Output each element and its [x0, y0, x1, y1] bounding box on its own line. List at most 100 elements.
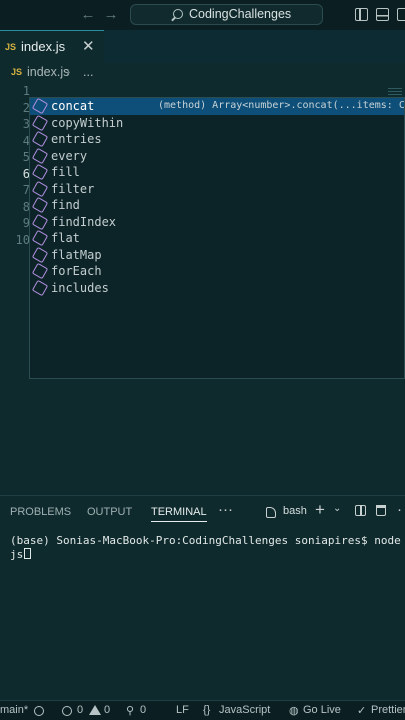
shell-label: bash: [283, 505, 307, 517]
method-icon: [31, 246, 49, 263]
back-arrow-icon[interactable]: ←: [79, 5, 97, 25]
toggle-sidebar-icon[interactable]: [355, 8, 368, 21]
method-icon: [31, 147, 49, 164]
suggestion-item[interactable]: entries: [30, 130, 404, 148]
error-icon: [62, 706, 72, 716]
suggestion-label: flat: [51, 231, 80, 245]
suggestion-label: every: [51, 148, 88, 163]
tab-terminal[interactable]: TERMINAL: [151, 506, 207, 522]
method-icon: [31, 180, 49, 197]
suggestion-label: fill: [51, 165, 80, 179]
line-number: 1: [22, 84, 30, 98]
close-icon[interactable]: ✕: [82, 37, 95, 55]
forward-arrow-icon[interactable]: →: [102, 5, 120, 25]
prettier-button[interactable]: Prettier: [371, 704, 405, 716]
more-actions-icon[interactable]: ·: [397, 501, 402, 518]
warning-icon: [89, 705, 101, 715]
status-bar: main* 0 0 ⚲ 0 LF {} JavaScript ◍ Go Live…: [0, 700, 405, 720]
suggestion-item[interactable]: concat (method) Array<number>.concat(...…: [30, 98, 405, 115]
toggle-secondary-sidebar-icon[interactable]: [397, 8, 405, 21]
search-icon: [173, 9, 183, 19]
sync-icon[interactable]: [34, 706, 44, 716]
line-number: 5: [22, 150, 30, 164]
suggestion-label: copyWithin: [51, 115, 124, 130]
method-icon: [31, 213, 49, 230]
ports-count[interactable]: 0: [140, 704, 146, 716]
tab-label: index.js: [21, 39, 66, 54]
warning-count[interactable]: 0: [104, 704, 110, 716]
branch-status[interactable]: main*: [0, 704, 28, 716]
breadcrumb: JS index.js › ...: [0, 63, 405, 83]
method-icon: [31, 262, 49, 280]
method-icon: [31, 229, 49, 247]
suggestion-label: filter: [51, 181, 95, 196]
line-number: 2: [22, 101, 30, 115]
tab-bar-empty-area: [104, 30, 405, 63]
toggle-panel-icon[interactable]: [376, 8, 389, 21]
ports-icon: ⚲: [126, 705, 135, 717]
line-number: 10: [15, 233, 30, 247]
javascript-file-icon: JS: [11, 67, 23, 77]
tab-index-js[interactable]: JS index.js ✕: [0, 30, 104, 63]
breadcrumb-symbols[interactable]: ...: [83, 65, 93, 79]
check-icon: ✓: [357, 705, 367, 717]
suggestion-item[interactable]: findIndex: [30, 213, 404, 231]
method-icon: [31, 114, 49, 131]
line-number: 9: [22, 216, 30, 230]
suggestion-item[interactable]: find: [30, 196, 404, 214]
breadcrumb-file[interactable]: index.js: [27, 65, 69, 79]
suggestion-label: flatMap: [51, 247, 102, 262]
language-mode[interactable]: JavaScript: [219, 704, 270, 716]
suggestion-detail: (method) Array<number>.concat(...items: …: [158, 100, 405, 111]
method-icon: [31, 163, 49, 181]
go-live-icon: ◍: [289, 705, 299, 717]
more-icon[interactable]: ···: [218, 501, 233, 518]
trash-icon[interactable]: [376, 505, 386, 516]
suggestion-label: findIndex: [51, 214, 117, 229]
eol-status[interactable]: LF: [176, 704, 189, 716]
suggestion-item[interactable]: flatMap: [30, 246, 404, 264]
method-icon: [31, 196, 49, 214]
suggestion-label: includes: [51, 280, 109, 295]
braces-icon: {}: [203, 704, 211, 716]
suggestion-label: concat: [51, 99, 95, 113]
line-number: 6: [22, 167, 30, 181]
tab-output[interactable]: OUTPUT: [87, 506, 132, 518]
editor-tab-bar: JS index.js ✕: [0, 30, 405, 63]
javascript-file-icon: JS: [5, 42, 17, 52]
command-center-search[interactable]: CodingChallenges: [130, 4, 323, 25]
error-count[interactable]: 0: [77, 704, 83, 716]
line-number: 7: [22, 183, 30, 197]
shell-icon: [266, 507, 276, 518]
terminal-input-line[interactable]: js: [10, 548, 32, 561]
method-icon: [31, 98, 49, 115]
new-terminal-icon[interactable]: +: [315, 500, 325, 520]
chevron-down-icon[interactable]: ⌄: [333, 503, 341, 514]
terminal-line: (base) Sonias-MacBook-Pro:CodingChalleng…: [10, 534, 405, 547]
suggestion-item[interactable]: every: [30, 147, 404, 165]
suggestion-item[interactable]: filter: [30, 180, 404, 198]
suggestion-item[interactable]: includes: [30, 279, 404, 297]
suggestion-item[interactable]: copyWithin: [30, 114, 404, 132]
bottom-panel: PROBLEMS OUTPUT TERMINAL ··· bash + ⌄ · …: [0, 496, 405, 700]
title-bar: ← → CodingChallenges: [0, 0, 405, 30]
go-live-button[interactable]: Go Live: [303, 704, 341, 716]
suggestion-label: find: [51, 198, 80, 212]
suggestion-label: forEach: [51, 264, 102, 278]
line-number: 4: [22, 134, 30, 148]
terminal-text: js: [10, 548, 24, 561]
search-label: CodingChallenges: [189, 7, 292, 21]
suggestion-item[interactable]: fill: [30, 163, 404, 181]
terminal-cursor: [24, 548, 32, 559]
suggestion-label: entries: [51, 132, 102, 146]
suggestion-widget: concat (method) Array<number>.concat(...…: [29, 97, 405, 379]
chevron-right-icon: ›: [66, 64, 71, 79]
suggestion-item[interactable]: forEach: [30, 262, 404, 280]
tab-problems[interactable]: PROBLEMS: [10, 506, 71, 518]
line-number: 3: [22, 117, 30, 131]
suggestion-item[interactable]: flat: [30, 229, 404, 247]
line-number: 8: [22, 200, 30, 214]
method-icon: [31, 279, 49, 296]
split-terminal-icon[interactable]: [355, 505, 366, 516]
method-icon: [31, 130, 49, 148]
